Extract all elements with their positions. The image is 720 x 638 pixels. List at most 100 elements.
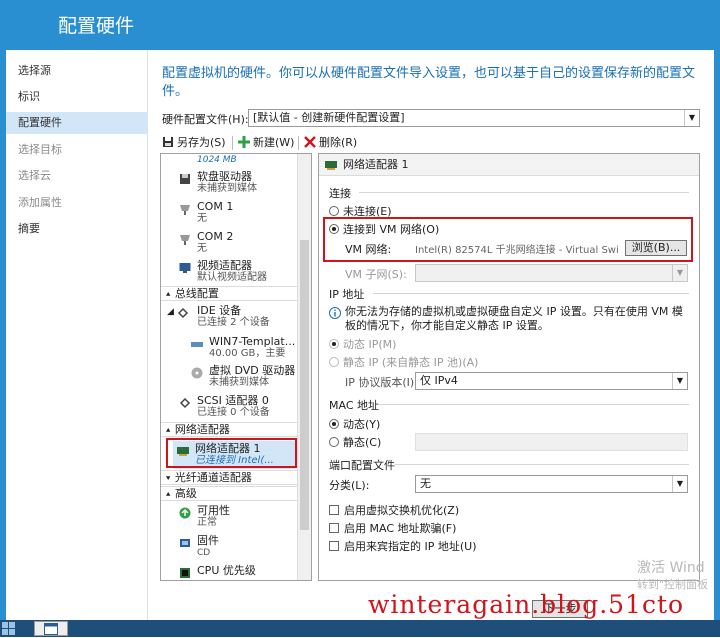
dvd-name: 虚拟 DVD 驱动器 xyxy=(209,364,296,377)
tree-item-disk[interactable]: WIN7-Templat... 40.00 GB，主要 xyxy=(191,335,311,360)
ip-version-select[interactable]: 仅 IPv4 ▼ xyxy=(415,372,688,390)
category-label: 分类(L): xyxy=(329,479,370,492)
vm-subnet-label: VM 子网(S): xyxy=(345,268,407,281)
ip-info-text: 你无法为存储的虚拟机或虚拟硬盘自定义 IP 设置。只有在使用 VM 模板的情况下… xyxy=(345,305,683,332)
radio-dot-selected xyxy=(329,419,339,429)
save-icon xyxy=(163,137,173,147)
mac-spoofing-label: 启用 MAC 地址欺骗(F) xyxy=(344,522,457,535)
ip-version-value: 仅 IPv4 xyxy=(420,374,458,387)
serial-port-icon xyxy=(180,205,190,215)
firmware-status: CD xyxy=(197,548,211,558)
vswitch-optimization-label: 启用虚拟交换机优化(Z) xyxy=(344,504,460,517)
disk-status: 40.00 GB，主要 xyxy=(209,348,286,359)
nav-item-select-destination: 选择目标 xyxy=(18,143,62,156)
info-icon xyxy=(329,307,341,319)
video-name: 视频适配器 xyxy=(197,259,252,272)
disk-name: WIN7-Templat... xyxy=(209,335,296,348)
vm-subnet-select: ▼ xyxy=(415,264,688,282)
toolbar-divider xyxy=(232,136,233,150)
tree-section-fibre-channel[interactable]: ⯆ 光纤通道适配器 xyxy=(161,470,298,485)
com2-status: 无 xyxy=(197,243,207,254)
checkbox-box xyxy=(329,505,339,515)
group-divider xyxy=(395,464,689,465)
hardware-profile-select[interactable]: [默认值 - 创建新硬件配置设置] ▼ xyxy=(248,109,700,127)
tree-section-bus[interactable]: ⯅ 总线配置 xyxy=(161,286,298,301)
floppy-name: 软盘驱动器 xyxy=(197,170,252,183)
collapse-icon: ⯅ xyxy=(165,426,172,435)
checkbox-box xyxy=(329,523,339,533)
tree-section-network[interactable]: ⯅ 网络适配器 xyxy=(161,422,298,437)
scrollbar-thumb[interactable] xyxy=(300,240,309,530)
dynamic-ip-label: 动态 IP(M) xyxy=(343,338,397,351)
memory-partial-value: 1024 MB xyxy=(197,155,237,165)
checkbox-mac-spoofing[interactable]: 启用 MAC 地址欺骗(F) xyxy=(329,520,456,536)
mac-address-field xyxy=(415,433,688,451)
network-adapter-detail: 网络适配器 1 连接 未连接(E) 连接到 VM 网络(O) VM 网络: In… xyxy=(318,153,700,581)
cpu-priority-name: CPU 优先级 xyxy=(197,564,256,577)
radio-mac-static[interactable]: 静态(C) xyxy=(329,434,381,450)
radio-dot xyxy=(329,357,339,367)
activate-windows-title: 激活 Wind xyxy=(637,560,705,576)
tree-scrollbar[interactable] xyxy=(297,154,311,580)
firmware-icon xyxy=(180,539,190,547)
availability-status: 正常 xyxy=(197,517,217,528)
nav-item-identity[interactable]: 标识 xyxy=(6,86,148,108)
nav-item-summary[interactable]: 摘要 xyxy=(6,218,148,240)
checkbox-vswitch-optimization[interactable]: 启用虚拟交换机优化(Z) xyxy=(329,502,459,518)
nav-item-select-cloud: 选择云 xyxy=(18,169,51,182)
nav-item-configure-hardware[interactable]: 配置硬件 xyxy=(6,112,148,134)
tree-item-cpu-priority[interactable]: CPU 优先级 xyxy=(179,564,311,578)
tree-item-availability[interactable]: 可用性 正常 xyxy=(179,505,311,529)
page-title: 配置硬件 xyxy=(58,15,135,37)
save-as-label: 另存为(S) xyxy=(177,136,226,149)
save-as-button[interactable]: 另存为(S) xyxy=(162,134,226,150)
highlight-box-vm-network xyxy=(323,217,693,262)
tree-item-video[interactable]: 视频适配器 默认视频适配器 xyxy=(179,259,311,284)
hardware-profile-label: 硬件配置文件(H): xyxy=(162,113,249,126)
delete-button[interactable]: 删除(R) xyxy=(304,134,357,150)
nav-item-add-properties: 添加属性 xyxy=(18,196,62,209)
tree-item-ide[interactable]: ◢ IDE 设备 已连接 2 个设备 xyxy=(167,305,304,329)
tree-section-advanced[interactable]: ⯅ 高级 xyxy=(161,486,298,501)
availability-icon xyxy=(179,507,191,519)
com1-name: COM 1 xyxy=(197,200,234,213)
connection-group-label: 连接 xyxy=(329,187,351,200)
floppy-status: 未捕获到媒体 xyxy=(197,183,257,194)
nav-item-select-source[interactable]: 选择源 xyxy=(6,60,148,82)
new-button[interactable]: 新建(W) xyxy=(238,134,294,150)
collapse-icon: ⯅ xyxy=(165,490,172,499)
tree-item-floppy[interactable]: 软盘驱动器 未捕获到媒体 xyxy=(179,170,311,195)
group-divider xyxy=(359,192,689,193)
radio-dot xyxy=(329,206,339,216)
chevron-down-icon: ▼ xyxy=(672,373,687,389)
hardware-tree: 1024 MB 软盘驱动器 未捕获到媒体 COM 1 无 COM 2 无 视频适… xyxy=(160,153,312,581)
radio-mac-dynamic[interactable]: 动态(Y) xyxy=(329,416,380,432)
taskbar-app-button[interactable] xyxy=(34,621,68,636)
detail-title: 网络适配器 1 xyxy=(343,158,409,171)
hard-disk-icon xyxy=(191,342,203,347)
radio-static-ip: 静态 IP (来自静态 IP 池)(A) xyxy=(329,354,478,370)
cpu-icon xyxy=(180,568,190,578)
chevron-down-icon: ▼ xyxy=(672,476,687,492)
checkbox-box xyxy=(329,541,339,551)
tree-item-firmware[interactable]: 固件 CD xyxy=(179,535,311,559)
serial-port-icon xyxy=(180,235,190,245)
start-icon[interactable] xyxy=(2,622,16,635)
tree-item-dvd[interactable]: 虚拟 DVD 驱动器 未捕获到媒体 xyxy=(191,364,311,389)
tree-item-scsi[interactable]: SCSI 适配器 0 已连接 0 个设备 xyxy=(179,395,311,419)
tree-item-com2[interactable]: COM 2 无 xyxy=(179,231,311,255)
wizard-nav: 选择源 标识 配置硬件 选择目标 选择云 添加属性 摘要 xyxy=(6,50,148,620)
chevron-down-icon: ▼ xyxy=(684,110,699,126)
radio-dot-selected xyxy=(329,339,339,349)
toolbar-divider xyxy=(298,136,299,150)
category-select[interactable]: 无 ▼ xyxy=(415,475,688,493)
guest-ip-label: 启用来宾指定的 IP 地址(U) xyxy=(344,540,477,553)
ide-controller-icon xyxy=(177,307,189,319)
bus-section-label: 总线配置 xyxy=(174,287,219,300)
advanced-section-label: 高级 xyxy=(174,487,197,500)
checkbox-guest-ip[interactable]: 启用来宾指定的 IP 地址(U) xyxy=(329,538,477,554)
mac-dynamic-label: 动态(Y) xyxy=(343,418,381,431)
radio-dot xyxy=(329,437,339,447)
tree-item-com1[interactable]: COM 1 无 xyxy=(179,200,311,225)
collapse-icon: ⯅ xyxy=(165,290,172,299)
